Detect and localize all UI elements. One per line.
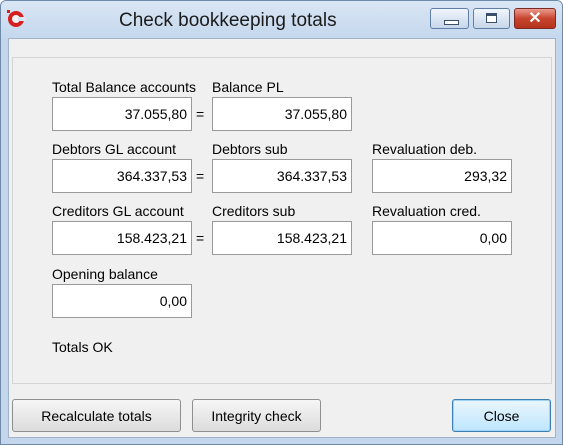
creditors-gl-label: Creditors GL account bbox=[52, 203, 184, 219]
balance-pl-field[interactable] bbox=[212, 97, 352, 131]
maximize-icon bbox=[486, 13, 497, 23]
balance-pl-label: Balance PL bbox=[212, 79, 284, 95]
opening-balance-label: Opening balance bbox=[52, 266, 158, 282]
window-title: Check bookkeeping totals bbox=[119, 10, 337, 31]
title-bar[interactable]: Check bookkeeping totals ✕ bbox=[1, 1, 562, 39]
window-close-button[interactable]: ✕ bbox=[514, 8, 556, 29]
debtors-gl-label: Debtors GL account bbox=[52, 141, 176, 157]
minimize-icon bbox=[444, 20, 459, 25]
creditors-sub-label: Creditors sub bbox=[212, 203, 296, 219]
revaluation-cred-field[interactable] bbox=[372, 221, 512, 255]
integrity-check-button[interactable]: Integrity check bbox=[192, 399, 321, 432]
totals-group: Total Balance accounts Balance PL = Debt… bbox=[12, 57, 552, 384]
close-icon: ✕ bbox=[528, 10, 542, 27]
revaluation-deb-field[interactable] bbox=[372, 159, 512, 193]
debtors-sub-label: Debtors sub bbox=[212, 141, 288, 157]
total-balance-label: Total Balance accounts bbox=[52, 79, 196, 95]
revaluation-cred-label: Revaluation cred. bbox=[372, 203, 481, 219]
revaluation-deb-label: Revaluation deb. bbox=[372, 141, 478, 157]
close-button[interactable]: Close bbox=[452, 399, 551, 432]
opening-balance-field[interactable] bbox=[52, 284, 192, 318]
maximize-button[interactable] bbox=[473, 8, 510, 29]
equals-sign: = bbox=[196, 168, 205, 184]
dialog-window: Check bookkeeping totals ✕ Total Balance… bbox=[0, 0, 563, 445]
app-logo-icon bbox=[7, 10, 26, 27]
equals-sign: = bbox=[196, 106, 205, 122]
minimize-button[interactable] bbox=[430, 8, 469, 29]
dialog-body: Total Balance accounts Balance PL = Debt… bbox=[8, 38, 556, 438]
equals-sign: = bbox=[196, 230, 205, 246]
creditors-sub-field[interactable] bbox=[212, 221, 352, 255]
debtors-sub-field[interactable] bbox=[212, 159, 352, 193]
total-balance-field[interactable] bbox=[52, 97, 192, 131]
recalculate-totals-button[interactable]: Recalculate totals bbox=[12, 399, 181, 432]
status-text: Totals OK bbox=[52, 339, 113, 355]
debtors-gl-field[interactable] bbox=[52, 159, 192, 193]
creditors-gl-field[interactable] bbox=[52, 221, 192, 255]
